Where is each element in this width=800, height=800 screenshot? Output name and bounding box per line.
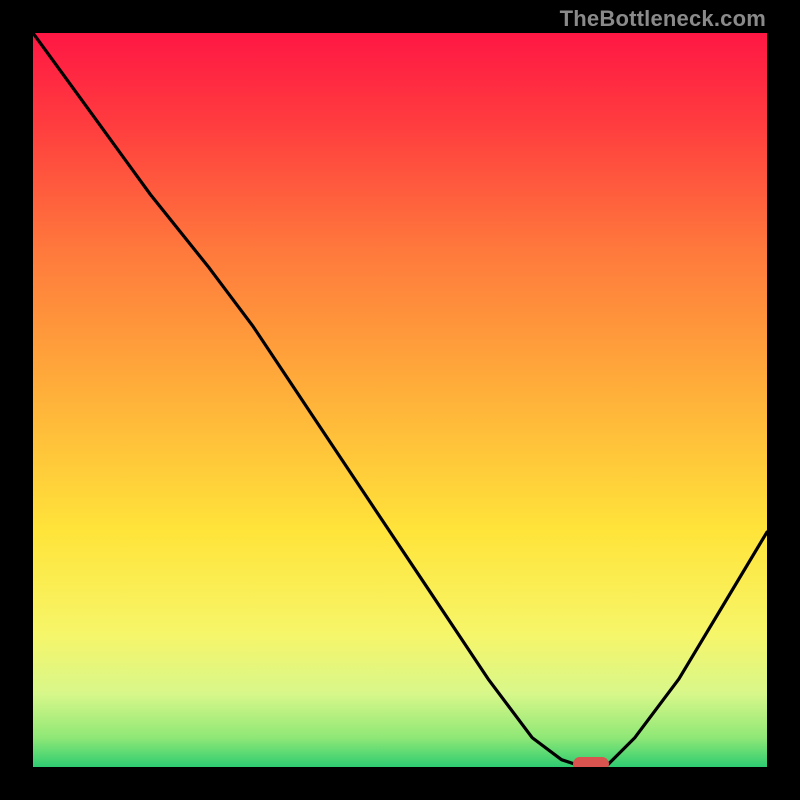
chart-frame: TheBottleneck.com bbox=[0, 0, 800, 800]
plot-area bbox=[33, 33, 767, 767]
watermark-text: TheBottleneck.com bbox=[560, 6, 766, 32]
optimal-marker bbox=[573, 757, 609, 767]
bottleneck-curve bbox=[33, 33, 767, 767]
